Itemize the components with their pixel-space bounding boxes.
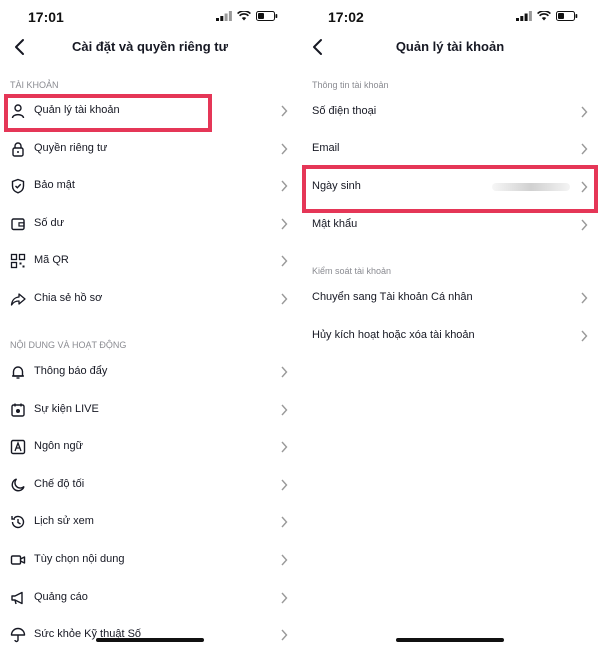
row-email[interactable]: Email [300,131,600,167]
person-icon [11,104,25,119]
row-ads[interactable]: Quảng cáo [0,580,300,616]
chevron-right-icon [281,293,288,305]
lock-icon [12,142,24,157]
section-header-account-control: Kiểm soát tài khoản [312,266,392,276]
row-switch-personal-account[interactable]: Chuyển sang Tài khoản Cá nhân [300,280,600,316]
chevron-right-icon [281,218,288,230]
chevron-right-icon [581,143,588,155]
live-calendar-icon [11,403,25,417]
chevron-right-icon [281,554,288,566]
row-label: Sự kiện LIVE [34,403,99,415]
signal-icon [216,11,232,21]
row-label: Quyền riêng tư [34,142,108,154]
chevron-right-icon [581,106,588,118]
section-header-content: NỘI DUNG VÀ HOẠT ĐỘNG [10,340,127,350]
row-dark-mode[interactable]: Chế độ tối [0,467,300,503]
blurred-birthday-value [492,183,570,191]
chevron-right-icon [281,441,288,453]
language-icon [10,439,26,455]
chevron-right-icon [281,255,288,267]
row-balance[interactable]: Số dư [0,206,300,242]
row-account-management[interactable]: Quản lý tài khoản [0,93,300,129]
row-push-notifications[interactable]: Thông báo đẩy [0,354,300,390]
share-icon [10,293,26,306]
row-label: Quảng cáo [34,591,88,603]
moon-icon [11,478,25,492]
battery-icon [256,11,278,21]
home-indicator [96,638,204,642]
history-icon [11,515,25,529]
shield-icon [11,178,25,194]
row-label: Mật khẩu [312,218,358,230]
row-label: Số dư [34,217,64,229]
status-bar: 17:01 [0,0,300,32]
qr-code-icon [10,253,26,269]
signal-icon [516,11,532,21]
row-share-profile[interactable]: Chia sẻ hồ sơ [0,281,300,317]
wallet-icon [11,218,25,231]
chevron-right-icon [281,105,288,117]
status-time: 17:01 [28,9,64,25]
row-label: Tùy chọn nội dung [34,553,125,565]
row-phone-number[interactable]: Số điện thoại [300,94,600,130]
battery-icon [556,11,578,21]
status-icons [216,11,278,21]
row-password[interactable]: Mật khẩu [300,207,600,243]
chevron-right-icon [581,330,588,342]
row-security[interactable]: Bảo mật [0,168,300,204]
chevron-right-icon [581,181,588,193]
settings-privacy-screen: 17:01 Cài đặt và quyền riêng tư TÀI KHOẢ… [0,0,300,649]
row-watch-history[interactable]: Lịch sử xem [0,504,300,540]
row-label: Chia sẻ hồ sơ [34,292,103,304]
chevron-right-icon [281,404,288,416]
row-live-events[interactable]: Sự kiện LIVE [0,392,300,428]
row-label: Thông báo đẩy [34,365,108,377]
status-bar: 17:02 [300,0,600,32]
row-label: Quản lý tài khoản [34,104,120,116]
nav-bar: Cài đặt và quyền riêng tư [0,32,300,62]
status-time: 17:02 [328,9,364,25]
chevron-right-icon [281,180,288,192]
row-birthday[interactable]: Ngày sinh [300,169,600,205]
row-language[interactable]: Ngôn ngữ [0,429,300,465]
umbrella-icon [10,627,26,643]
chevron-right-icon [281,479,288,491]
video-icon [10,555,26,565]
chevron-right-icon [281,143,288,155]
nav-bar: Quản lý tài khoản [300,32,600,62]
section-header-account: TÀI KHOẢN [10,80,59,90]
page-title: Cài đặt và quyền riêng tư [71,39,229,54]
chevron-right-icon [281,516,288,528]
row-label: Email [312,142,340,154]
row-label: Bảo mật [34,179,75,191]
wifi-icon [537,11,551,21]
chevron-right-icon [581,292,588,304]
section-header-account-info: Thông tin tài khoản [312,80,389,90]
account-management-screen: 17:02 Quản lý tài khoản Thông tin tài kh… [300,0,600,649]
row-label: Chế độ tối [34,478,85,490]
row-label: Mã QR [34,254,69,266]
row-privacy[interactable]: Quyền riêng tư [0,131,300,167]
page-title: Quản lý tài khoản [395,39,505,54]
bell-icon [12,366,24,379]
row-qr-code[interactable]: Mã QR [0,243,300,279]
home-indicator [396,638,504,642]
status-icons [516,11,578,21]
row-label: Lịch sử xem [34,515,94,527]
row-label: Hủy kích hoạt hoặc xóa tài khoản [312,329,475,341]
chevron-right-icon [281,629,288,641]
chevron-right-icon [281,366,288,378]
row-label: Chuyển sang Tài khoản Cá nhân [312,291,473,303]
chevron-right-icon [281,592,288,604]
row-label: Ngôn ngữ [34,440,83,452]
chevron-right-icon [581,219,588,231]
row-deactivate-delete-account[interactable]: Hủy kích hoạt hoặc xóa tài khoản [300,318,600,354]
wifi-icon [237,11,251,21]
row-content-preferences[interactable]: Tùy chọn nội dung [0,542,300,578]
row-label: Ngày sinh [312,180,361,192]
megaphone-icon [11,591,23,605]
row-label: Số điện thoại [312,105,377,117]
row-digital-wellbeing[interactable]: Sức khỏe Kỹ thuật Số [0,617,300,649]
